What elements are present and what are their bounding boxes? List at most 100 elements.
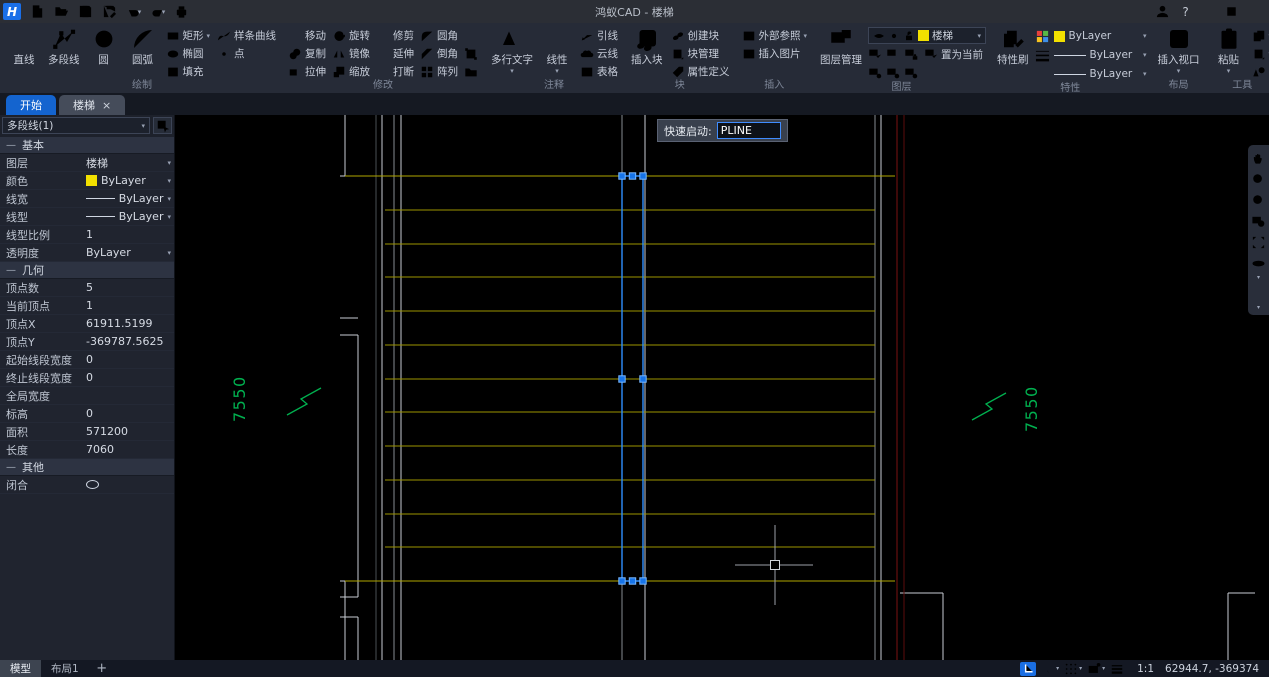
color-dropdown-caret[interactable]: ▾ [1143,32,1147,40]
layer-isolate-tool-icon[interactable] [868,66,882,80]
entity-selector-combo[interactable]: 多段线(1) ▾ [2,117,150,134]
save-button[interactable] [74,2,97,21]
lineweight-display-toggle[interactable] [1110,662,1124,676]
array-button[interactable]: 阵列 [418,63,460,80]
linear-dim-button[interactable]: 线性 ▾ [539,25,575,75]
orbit-dropdown-caret[interactable]: ▾ [1257,275,1260,281]
linetype-dropdown-caret[interactable]: ▾ [1143,70,1147,78]
collapse-icon[interactable]: — [6,140,16,151]
dyninput-dropdown-caret[interactable]: ▾ [1102,665,1105,672]
mirror-button[interactable]: 镜像 [330,45,372,62]
leader-button[interactable]: 引线 [578,27,620,44]
create-block-button[interactable]: 创建块 [669,27,732,44]
layer-off-tool-icon[interactable] [868,47,882,61]
layer-dropdown-caret[interactable]: ▾ [978,32,982,40]
attribute-def-button[interactable]: 属性定义 [669,63,732,80]
polar-dropdown-caret[interactable]: ▾ [1056,665,1059,672]
prop-row-current-vertex[interactable]: 当前顶点 1 [0,297,174,315]
dimension-marks[interactable]: 7550 7550 [230,375,1041,432]
grid-snap-toggle[interactable]: ▾ [1064,662,1082,676]
user-account-button[interactable] [1151,2,1174,21]
erase-button[interactable] [462,27,480,44]
tab-start[interactable]: 开始 [6,95,56,115]
paste-button[interactable]: 粘贴 ▾ [1211,25,1247,75]
new-file-button[interactable] [26,2,49,21]
undo-button[interactable]: ▾ [122,2,145,21]
open-file-button[interactable] [50,2,73,21]
prop-row-start-width[interactable]: 起始线段宽度 0 [0,351,174,369]
prop-row-vertex-y[interactable]: 顶点Y -369787.5625 [0,333,174,351]
prop-row-color[interactable]: 颜色 ByLayer ▾ [0,172,174,190]
zoom-in-button[interactable] [1250,171,1267,188]
insert-viewport-button[interactable]: 插入视口 ▾ [1155,25,1203,75]
linetype-control[interactable]: ByLayer ▾ [1035,65,1147,83]
dropdown-caret-icon[interactable]: ▾ [167,159,171,167]
collapse-icon[interactable]: — [6,462,16,473]
prop-row-vertex-x[interactable]: 顶点X 61911.5199 [0,315,174,333]
prop-row-transparency[interactable]: 透明度 ByLayer ▾ [0,244,174,262]
color-control[interactable]: ByLayer ▾ [1035,27,1147,45]
zoom-window-button[interactable] [1250,213,1267,230]
quick-select-button[interactable] [153,117,172,134]
prop-row-closed[interactable]: 闭合 [0,476,174,494]
help-button[interactable]: ? [1174,2,1197,21]
viewport-scale[interactable]: 1:1 [1137,663,1154,675]
save-as-button[interactable] [98,2,121,21]
layer-color-swatch[interactable] [918,30,930,41]
xref-button[interactable]: 外部参照 ▾ [740,27,810,44]
tab-close-icon[interactable]: × [102,99,111,112]
scale-button[interactable]: 缩放 [330,63,372,80]
prop-row-layer[interactable]: 图层 楼梯 ▾ [0,154,174,172]
mtext-button[interactable]: 多行文字 ▾ [488,25,536,75]
circle-button[interactable]: 圆 [86,25,122,67]
layer-match-tool-icon[interactable] [904,66,918,80]
prop-row-global-width[interactable]: 全局宽度 [0,387,174,405]
grid-dropdown-caret[interactable]: ▾ [1079,665,1082,672]
section-geometry[interactable]: — 几何 [0,262,174,279]
dropdown-caret-icon[interactable]: ▾ [167,249,171,257]
undo-dropdown-caret[interactable]: ▾ [138,8,142,16]
quick-launch-input[interactable] [716,122,781,139]
lineweight-dropdown-caret[interactable]: ▾ [1143,51,1147,59]
ucs-dropdown-caret[interactable]: ▾ [1257,305,1260,311]
match-properties-button[interactable]: 特性刷 [994,25,1032,67]
orbit-button[interactable] [1250,255,1267,272]
redo-button[interactable]: ▾ [146,2,169,21]
prop-row-end-width[interactable]: 终止线段宽度 0 [0,369,174,387]
mtext-dropdown-caret[interactable]: ▾ [510,67,514,75]
linear-dim-dropdown-caret[interactable]: ▾ [555,67,559,75]
dynamic-input-toggle[interactable]: ▾ [1087,662,1105,676]
ucs-move-button[interactable] [1250,285,1267,302]
stretch-button[interactable]: 拉伸 [286,63,328,80]
layer-thaw-icon[interactable] [888,30,900,42]
revcloud-button[interactable]: 云线 [578,45,620,62]
layer-visible-icon[interactable] [873,30,885,42]
close-button[interactable] [1243,2,1266,21]
layout1-tab[interactable]: 布局1 [41,660,89,677]
trim-button[interactable]: 修剪 [374,27,416,44]
lineweight-control[interactable]: ByLayer ▾ [1035,46,1147,64]
rectangle-dropdown-caret[interactable]: ▾ [207,32,211,40]
insert-image-button[interactable]: 插入图片 [740,45,810,62]
maximize-button[interactable] [1220,2,1243,21]
insert-block-button[interactable]: 插入块 [628,25,666,67]
region-button[interactable] [462,45,480,62]
spline-button[interactable]: 样条曲线 [215,27,278,44]
fillet-button[interactable]: 圆角 [418,27,460,44]
break-button[interactable]: 打断 [374,63,416,80]
dropdown-caret-icon[interactable]: ▾ [167,177,171,185]
section-basic[interactable]: — 基本 [0,137,174,154]
block-manager-button[interactable]: 块管理 [669,45,732,62]
prop-row-lineweight[interactable]: 线宽 ByLayer ▾ [0,190,174,208]
model-tab[interactable]: 模型 [0,660,41,677]
rotate-button[interactable]: 旋转 [330,27,372,44]
find-button[interactable] [1250,63,1269,80]
tab-drawing-stairs[interactable]: 楼梯 × [59,95,126,115]
viewport-dropdown-caret[interactable]: ▾ [1177,67,1181,75]
move-button[interactable]: 移动 [286,27,328,44]
copy-button[interactable]: 复制 [286,45,328,62]
dropdown-caret-icon[interactable]: ▾ [167,195,171,203]
dropdown-caret-icon[interactable]: ▾ [167,213,171,221]
collapse-icon[interactable]: — [6,265,16,276]
set-current-layer-button[interactable]: 置为当前 [922,46,985,63]
